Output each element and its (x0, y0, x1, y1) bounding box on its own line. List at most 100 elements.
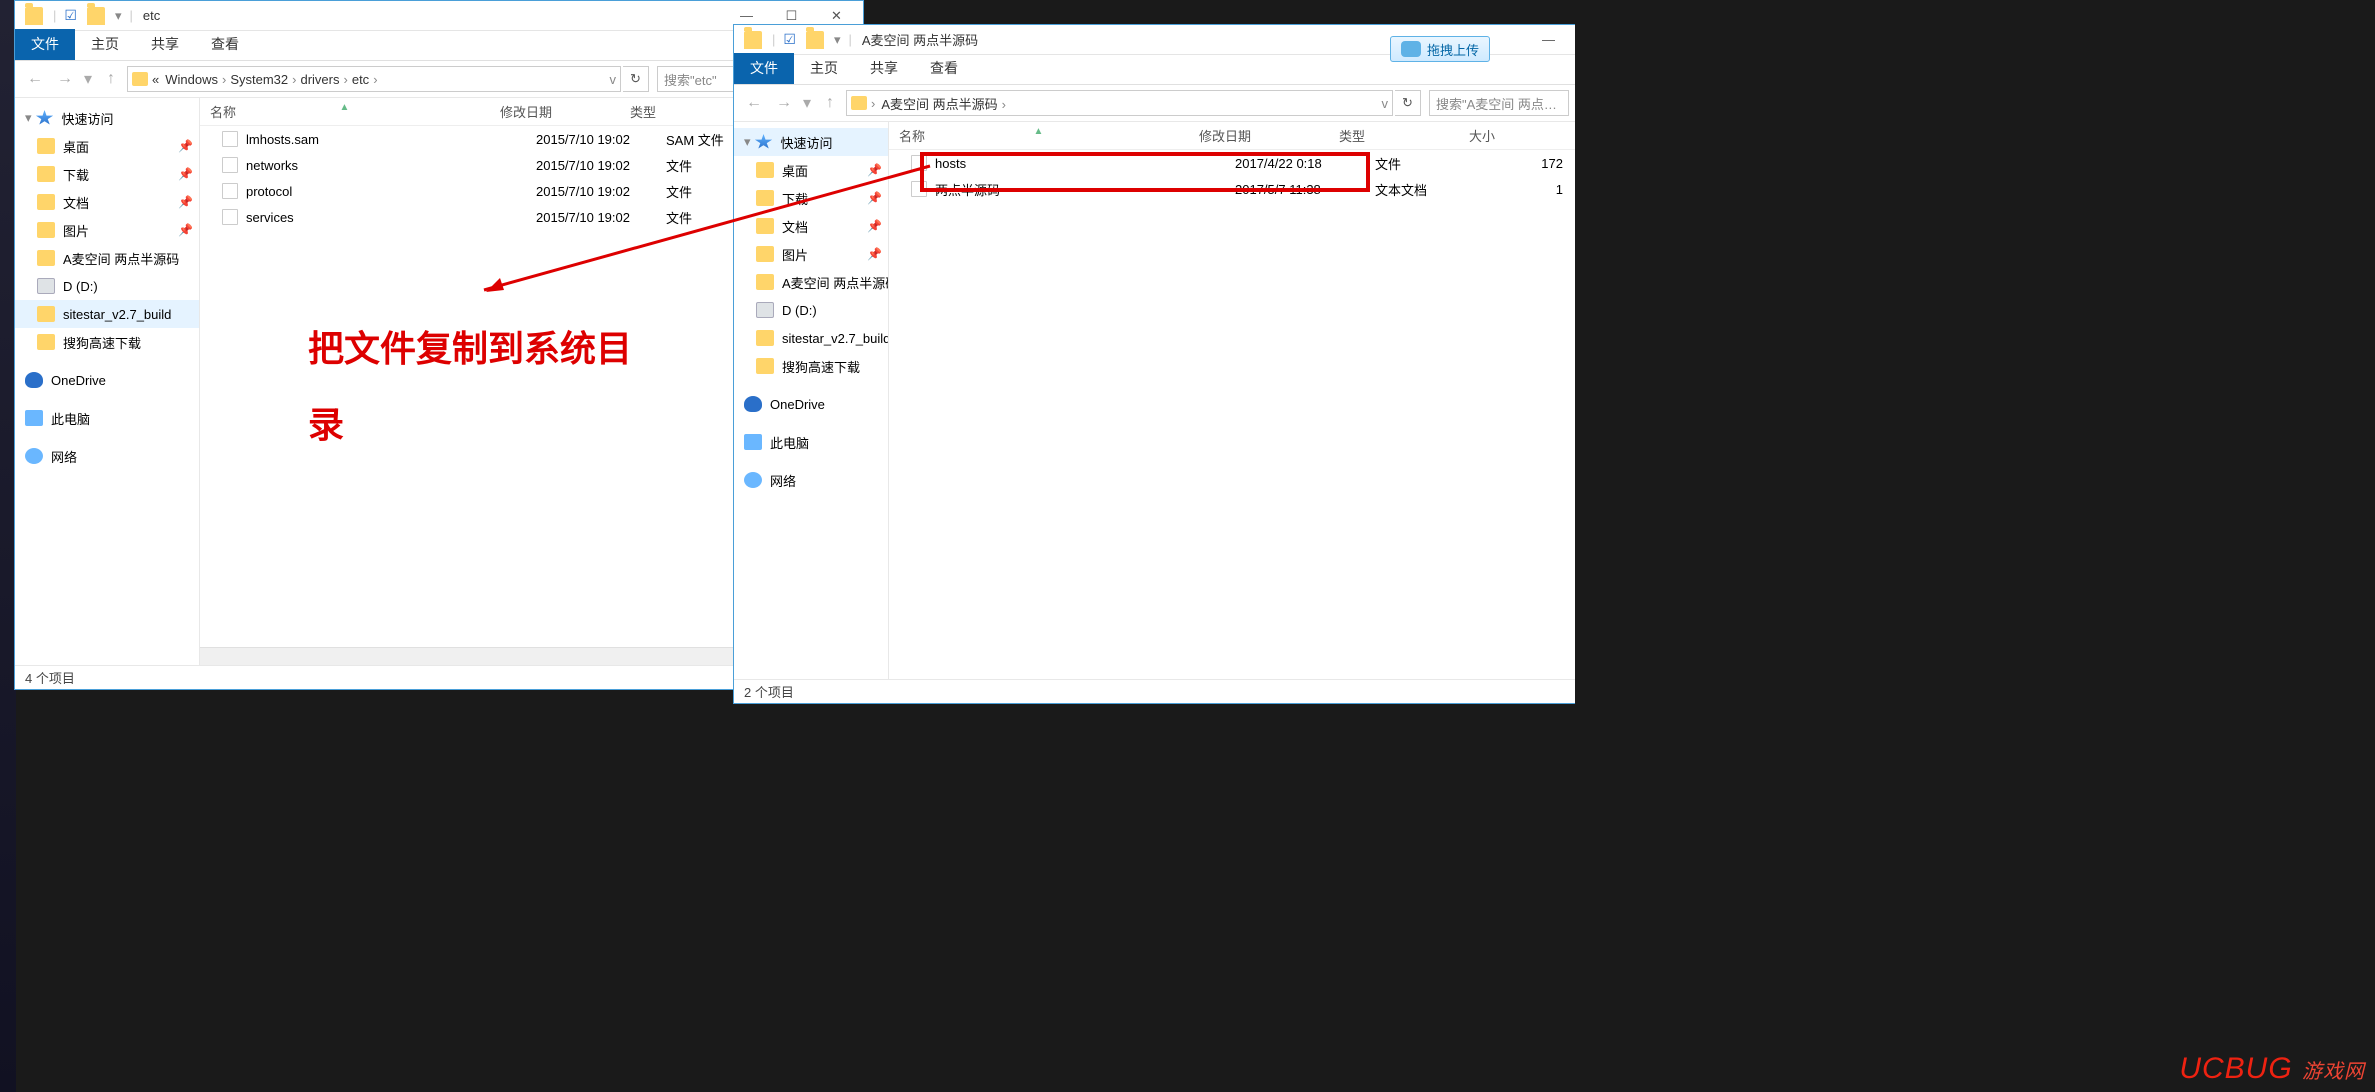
qat-folder-icon[interactable] (806, 31, 824, 49)
sidebar-item[interactable]: sitestar_v2.7_build (734, 324, 888, 352)
breadcrumb-sep-icon[interactable]: › (342, 72, 350, 87)
tab-view[interactable]: 查看 (914, 53, 974, 84)
sidebar-item[interactable]: D (D:) (15, 272, 199, 300)
sidebar-item[interactable]: 搜狗高速下载 (15, 328, 199, 356)
file-name: lmhosts.sam (246, 132, 536, 147)
column-headers: ▲ 名称 修改日期 类型 大小 (889, 122, 1575, 150)
sidebar-item-label: 图片 (63, 221, 89, 240)
cloud-icon (744, 396, 762, 412)
col-name[interactable]: ▲ 名称 (200, 102, 490, 121)
sidebar-this-pc[interactable]: 此电脑 (734, 428, 888, 456)
sidebar-onedrive[interactable]: OneDrive (15, 366, 199, 394)
qat-check-icon[interactable]: ☑ (783, 31, 796, 48)
nav-history-icon[interactable]: ▾ (800, 89, 814, 117)
title-separator: | (848, 32, 851, 47)
tab-share[interactable]: 共享 (135, 29, 195, 60)
breadcrumb-dropdown-icon[interactable]: v (1382, 96, 1389, 111)
sidebar-item[interactable]: D (D:) (734, 296, 888, 324)
sidebar-item[interactable]: sitestar_v2.7_build (15, 300, 199, 328)
tab-file[interactable]: 文件 (734, 53, 794, 84)
status-count: 2 个项目 (744, 682, 794, 701)
file-row[interactable]: 两点半源码2017/5/7 11:38文本文档1 (889, 176, 1575, 202)
file-name: protocol (246, 184, 536, 199)
col-type[interactable]: 类型 (1329, 126, 1459, 145)
search-input[interactable]: 搜索"A麦空间 两点… (1429, 90, 1569, 116)
nav-up-icon[interactable]: ↑ (97, 65, 125, 93)
sidebar-network[interactable]: 网络 (734, 466, 888, 494)
disk-icon (37, 278, 55, 294)
sidebar-item-label: 文档 (63, 193, 89, 212)
col-date[interactable]: 修改日期 (490, 102, 620, 121)
folder-icon (756, 358, 774, 374)
folder-icon (756, 246, 774, 262)
folder-icon (37, 250, 55, 266)
file-list[interactable]: hosts2017/4/22 0:18文件172两点半源码2017/5/7 11… (889, 150, 1575, 679)
status-count: 4 个项目 (25, 668, 75, 687)
breadcrumb-root-icon (132, 72, 148, 86)
tab-view[interactable]: 查看 (195, 29, 255, 60)
address-bar: ← → ▾ ↑ › A麦空间 两点半源码› v ↻ 搜索"A麦空间 两点… (734, 85, 1575, 122)
breadcrumb-segment[interactable]: System32 (228, 72, 290, 87)
breadcrumb-segment[interactable]: A麦空间 两点半源码 (879, 97, 999, 112)
refresh-icon[interactable]: ↻ (1395, 90, 1421, 116)
sidebar-item[interactable]: 下载📌 (15, 160, 199, 188)
sidebar-item[interactable]: 文档📌 (734, 212, 888, 240)
sidebar-item[interactable]: 图片📌 (734, 240, 888, 268)
breadcrumb-sep-icon[interactable]: › (869, 96, 877, 111)
sidebar-item[interactable]: 桌面📌 (15, 132, 199, 160)
nav-back-icon[interactable]: ← (21, 65, 49, 93)
sidebar: ▾ 快速访问 桌面📌下载📌文档📌图片📌A麦空间 两点半源码 D (D:) sites… (15, 98, 200, 665)
refresh-icon[interactable]: ↻ (623, 66, 649, 92)
breadcrumb-dropdown-icon[interactable]: v (610, 72, 617, 87)
file-icon (911, 181, 927, 197)
qat-check-icon[interactable]: ☑ (64, 7, 77, 24)
sidebar-quick-access[interactable]: ▾ 快速访问 (734, 128, 888, 156)
cloud-icon (25, 372, 43, 388)
tab-file[interactable]: 文件 (15, 29, 75, 60)
sidebar-item[interactable]: 文档📌 (15, 188, 199, 216)
watermark-suffix: 游戏网 (2302, 1061, 2365, 1083)
sidebar-network[interactable]: 网络 (15, 442, 199, 470)
col-date[interactable]: 修改日期 (1189, 126, 1329, 145)
nav-up-icon[interactable]: ↑ (816, 89, 844, 117)
sidebar-quick-access[interactable]: ▾ 快速访问 (15, 104, 199, 132)
sidebar-item-label: sitestar_v2.7_build (782, 331, 889, 346)
qat-dropdown-icon[interactable]: ▾ (834, 32, 841, 48)
sidebar-item-label: D (D:) (63, 279, 98, 294)
nav-back-icon[interactable]: ← (740, 89, 768, 117)
breadcrumb-prefix[interactable]: « (150, 72, 161, 87)
sidebar-item[interactable]: A麦空间 两点半源码 (15, 244, 199, 272)
breadcrumb-segment[interactable]: drivers (298, 72, 341, 87)
sidebar-onedrive[interactable]: OneDrive (734, 390, 888, 418)
breadcrumb[interactable]: › A麦空间 两点半源码› v (846, 90, 1393, 116)
sidebar-item[interactable]: 图片📌 (15, 216, 199, 244)
sort-asc-icon: ▲ (1034, 126, 1044, 137)
minimize-button[interactable]: — (1526, 26, 1571, 54)
breadcrumb-segment[interactable]: Windows (163, 72, 220, 87)
drag-upload-button[interactable]: 拖拽上传 (1390, 36, 1490, 62)
breadcrumb[interactable]: « Windows›System32›drivers›etc› v (127, 66, 621, 92)
folder-icon (25, 7, 43, 25)
chevron-down-icon: ▾ (25, 110, 32, 126)
col-name[interactable]: ▲ 名称 (889, 126, 1189, 145)
breadcrumb-sep-icon[interactable]: › (1000, 97, 1008, 112)
col-size[interactable]: 大小 (1459, 126, 1529, 145)
tab-share[interactable]: 共享 (854, 53, 914, 84)
col-type[interactable]: 类型 (620, 102, 720, 121)
file-row[interactable]: hosts2017/4/22 0:18文件172 (889, 150, 1575, 176)
qat-separator: | (53, 8, 56, 23)
qat-dropdown-icon[interactable]: ▾ (115, 8, 122, 24)
nav-forward-icon[interactable]: → (770, 89, 798, 117)
sidebar-item[interactable]: 搜狗高速下载 (734, 352, 888, 380)
sidebar-item[interactable]: 桌面📌 (734, 156, 888, 184)
breadcrumb-segment[interactable]: etc (350, 72, 371, 87)
qat-folder-icon[interactable] (87, 7, 105, 25)
tab-home[interactable]: 主页 (794, 53, 854, 84)
tab-home[interactable]: 主页 (75, 29, 135, 60)
breadcrumb-sep-icon[interactable]: › (371, 72, 379, 87)
sidebar-this-pc[interactable]: 此电脑 (15, 404, 199, 432)
nav-history-icon[interactable]: ▾ (81, 65, 95, 93)
nav-forward-icon[interactable]: → (51, 65, 79, 93)
sidebar-item[interactable]: A麦空间 两点半源码 (734, 268, 888, 296)
sidebar-item[interactable]: 下载📌 (734, 184, 888, 212)
